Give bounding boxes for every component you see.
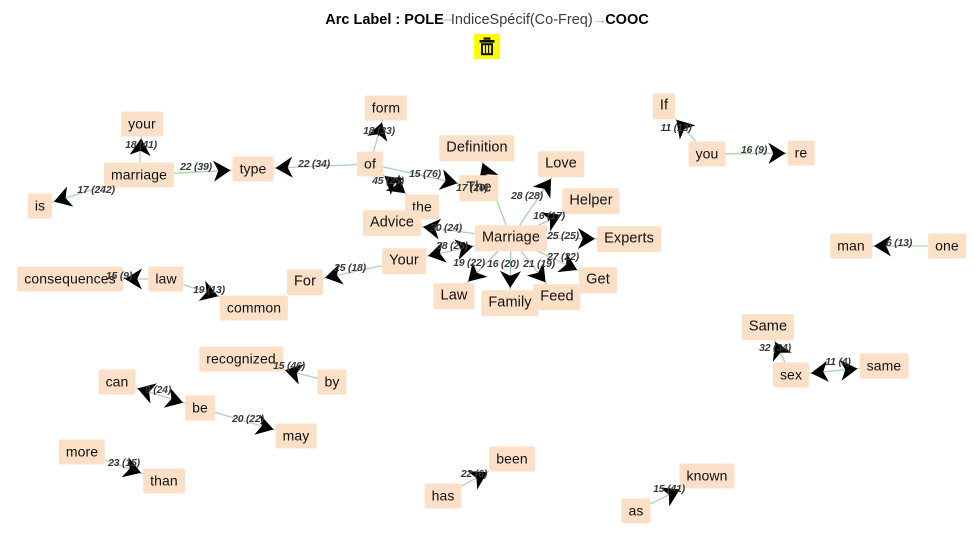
- graph-node-known[interactable]: known: [679, 463, 735, 489]
- edge-arrowhead: [772, 341, 792, 362]
- graph-node-Law[interactable]: Law: [433, 283, 475, 309]
- graph-node-is[interactable]: is: [27, 193, 53, 219]
- graph-node-Definition[interactable]: Definition: [439, 135, 515, 161]
- graph-node-Marriage[interactable]: Marriage: [474, 225, 548, 251]
- graph-node-Feed[interactable]: Feed: [533, 284, 581, 310]
- graph-node-If[interactable]: If: [652, 93, 676, 119]
- graph-node-been[interactable]: been: [489, 446, 535, 472]
- graph-node-form[interactable]: form: [364, 95, 408, 121]
- graph-node-be[interactable]: be: [185, 395, 215, 421]
- edge-arrowhead: [526, 262, 546, 283]
- graph-node-The[interactable]: The: [459, 175, 499, 201]
- graph-node-For[interactable]: For: [286, 269, 324, 295]
- graph-node-Your[interactable]: Your: [382, 248, 426, 274]
- edge-layer: [51, 117, 928, 507]
- graph-node-consequences[interactable]: consequences: [17, 266, 123, 292]
- graph-node-law[interactable]: law: [148, 266, 184, 292]
- graph-node-more[interactable]: more: [58, 439, 106, 465]
- graph-node-same[interactable]: same: [859, 353, 909, 379]
- graph-node-one[interactable]: one: [928, 233, 966, 259]
- graph-node-man[interactable]: man: [830, 233, 872, 259]
- graph-node-Experts[interactable]: Experts: [597, 226, 661, 252]
- graph-node-re[interactable]: re: [787, 140, 815, 166]
- graph-canvas: Arc Label : POLE–IndiceSpécif(Co-Freq)→C…: [0, 0, 974, 534]
- graph-node-Helper[interactable]: Helper: [562, 188, 620, 214]
- graph-node-Same[interactable]: Same: [741, 314, 795, 340]
- edge-arrowhead: [467, 471, 488, 490]
- graph-node-by[interactable]: by: [317, 369, 347, 395]
- graph-node-may[interactable]: may: [275, 423, 317, 449]
- graph-node-than[interactable]: than: [143, 468, 185, 494]
- graph-node-has[interactable]: has: [424, 483, 462, 509]
- graph-node-sex[interactable]: sex: [772, 362, 810, 388]
- edge-arrowhead: [659, 487, 680, 507]
- graph-node-common[interactable]: common: [219, 295, 289, 321]
- graph-node-type[interactable]: type: [232, 156, 274, 182]
- edge-arrowhead: [557, 253, 578, 273]
- graph-node-recognized[interactable]: recognized: [199, 346, 283, 372]
- graph-node-as[interactable]: as: [621, 498, 651, 524]
- graph-node-can[interactable]: can: [98, 369, 136, 395]
- graph-node-of[interactable]: of: [357, 151, 383, 177]
- graph-node-you[interactable]: you: [688, 141, 726, 167]
- graph-node-Get[interactable]: Get: [579, 267, 617, 293]
- graph-node-your[interactable]: your: [121, 111, 163, 137]
- graph-node-Family[interactable]: Family: [481, 290, 539, 316]
- graph-node-Love[interactable]: Love: [538, 151, 584, 177]
- edge-arrowhead: [532, 178, 552, 199]
- graph-node-Advice[interactable]: Advice: [362, 210, 422, 236]
- graph-node-marriage_lc[interactable]: marriage: [103, 162, 175, 188]
